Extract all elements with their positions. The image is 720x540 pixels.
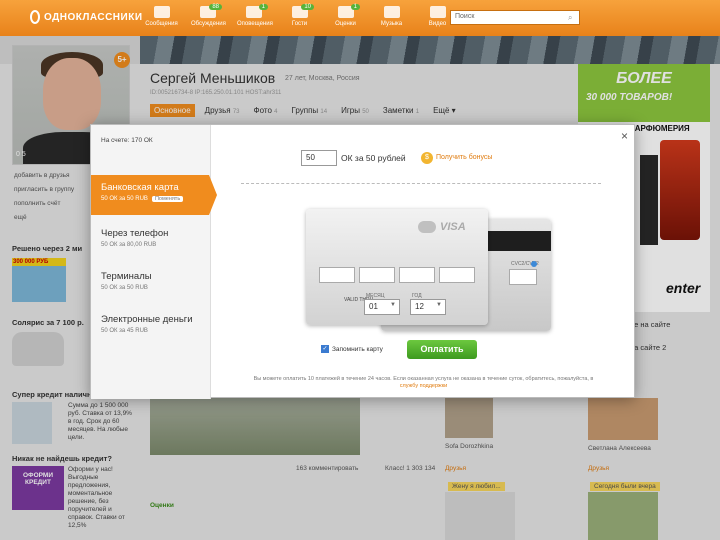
expiry-year-select[interactable]: 12 ▼	[410, 299, 446, 315]
method-e-money[interactable]: Электронные деньги 50 ОК за 45 RUB	[101, 314, 211, 334]
info-icon[interactable]	[531, 261, 537, 267]
ok-logo-icon	[30, 10, 40, 24]
nav-guests[interactable]: 10 Гости	[283, 4, 316, 27]
method-bank-card[interactable]: Банковская карта 50 ОК за 50 RUB Поменять	[91, 175, 217, 215]
bonus-icon: $	[421, 152, 433, 164]
nav-music[interactable]: Музыка	[375, 4, 408, 27]
top-nav: Сообщения 88 Обсуждения 1 Оповещения 10 Гос…	[145, 4, 467, 27]
card-number-input-3[interactable]	[399, 267, 435, 283]
nav-discussions[interactable]: 88 Обсуждения	[191, 4, 226, 27]
search-icon[interactable]: ⌕	[568, 13, 578, 22]
card-number-input-4[interactable]	[439, 267, 475, 283]
support-link[interactable]: службу поддержки	[400, 383, 447, 389]
nav-badge: 1	[350, 4, 360, 10]
site-logo[interactable]: ОДНОКЛАССНИКИ	[30, 10, 143, 24]
nav-notifications[interactable]: 1 Оповещения	[237, 4, 273, 27]
bonus-link[interactable]: Получить бонусы	[436, 154, 492, 161]
video-icon	[429, 6, 446, 18]
card-number-input-2[interactable]	[359, 267, 395, 283]
card-number-input-1[interactable]	[319, 267, 355, 283]
music-note-icon	[383, 6, 400, 18]
payment-dialog: На счете: 170 ОК Банковская карта 50 ОК …	[90, 124, 635, 399]
nav-badge: 88	[209, 4, 222, 10]
divider	[241, 183, 601, 184]
payment-methods-sidebar: На счете: 170 ОК Банковская карта 50 ОК …	[91, 125, 217, 399]
site-logo-text: ОДНОКЛАССНИКИ	[44, 11, 143, 23]
top-bar: ОДНОКЛАССНИКИ Сообщения 88 Обсуждения 1 Оп…	[0, 0, 720, 36]
balance-label: На счете: 170 ОК	[101, 137, 153, 144]
card-front: VISA МЕСЯЦ ГОД VALID THRU 01 ▼ 12 ▼	[306, 209, 488, 325]
chevron-down-icon: ▼	[436, 302, 442, 308]
payment-note: Вы можете оплатить 10 платежей в течение…	[253, 376, 594, 389]
expiry-month-select[interactable]: 01 ▼	[364, 299, 400, 315]
remember-card-checkbox[interactable]: ✓	[321, 345, 329, 353]
chevron-down-icon: ▼	[390, 302, 396, 308]
visa-logo: VISA	[440, 221, 466, 233]
remember-card-label: Запомнить карту	[332, 345, 383, 353]
envelope-icon	[153, 6, 170, 18]
nav-badge: 10	[301, 4, 314, 10]
pay-button[interactable]: Оплатить	[407, 340, 477, 359]
nav-ratings[interactable]: 1 Оценки	[329, 4, 362, 27]
nav-badge: 1	[258, 4, 268, 10]
method-phone[interactable]: Через телефон 50 ОК за 80,00 RUB	[101, 228, 211, 248]
remember-card[interactable]: ✓ Запомнить карту	[321, 345, 383, 353]
nav-messages[interactable]: Сообщения	[145, 4, 178, 27]
amount-input[interactable]: 50	[301, 150, 337, 166]
close-icon[interactable]: ×	[621, 129, 628, 143]
cvc-input[interactable]	[509, 269, 537, 285]
card-brand-logos: VISA	[418, 221, 466, 234]
search-input[interactable]: Поиск	[450, 10, 580, 25]
amount-label: ОК за 50 рублей	[341, 153, 406, 163]
mastercard-icon	[418, 221, 436, 234]
method-terminals[interactable]: Терминалы 50 ОК за 50 RUB	[101, 271, 211, 291]
change-button[interactable]: Поменять	[151, 196, 184, 202]
